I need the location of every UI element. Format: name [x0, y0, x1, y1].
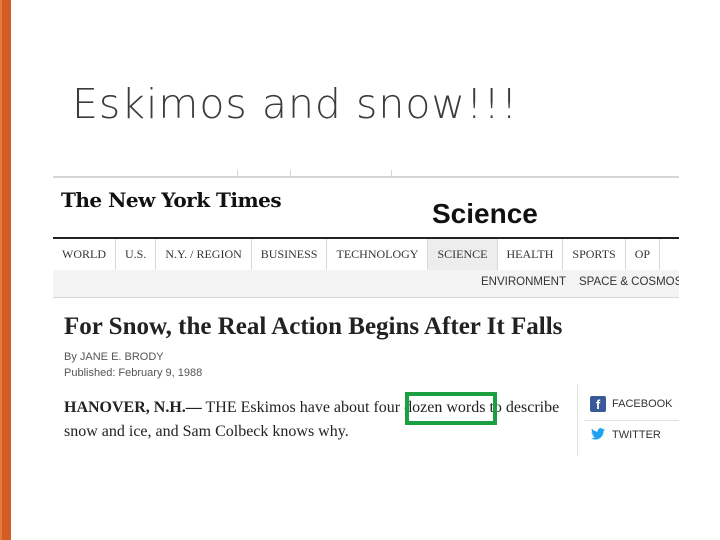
nav-item-ny-region[interactable]: N.Y. / REGION: [156, 239, 252, 270]
article-body: HANOVER, N.H.— THE Eskimos have about fo…: [64, 396, 574, 444]
nav-item-business[interactable]: BUSINESS: [252, 239, 328, 270]
nav-item-health[interactable]: HEALTH: [498, 239, 564, 270]
tab-stub: [237, 170, 291, 176]
share-panel: f FACEBOOK TWITTER: [577, 384, 679, 456]
tab-stub: [290, 170, 392, 176]
article-headline: For Snow, the Real Action Begins After I…: [64, 313, 563, 340]
slide-accent-bar: [0, 0, 11, 540]
subnav-item-space-cosmos[interactable]: SPACE & COSMOS: [579, 276, 679, 288]
article-dateline: HANOVER, N.H.—: [64, 399, 202, 416]
nav-item-technology[interactable]: TECHNOLOGY: [327, 239, 429, 270]
browser-top-rule: [53, 176, 679, 178]
facebook-share-button[interactable]: f FACEBOOK: [590, 396, 673, 412]
section-heading: Science: [432, 198, 538, 229]
article-byline: By JANE E. BRODY: [64, 351, 164, 363]
slide-title: Eskimos and snow!!!: [72, 80, 519, 128]
facebook-icon: f: [590, 396, 606, 412]
share-divider: [584, 420, 679, 421]
article-published-date: Published: February 9, 1988: [64, 367, 203, 379]
article-text: THE Eskimos have about: [201, 399, 374, 416]
sub-nav: ENVIRONMENT SPACE & COSMOS: [53, 270, 679, 298]
twitter-label: TWITTER: [612, 429, 661, 441]
nav-item-world[interactable]: WORLD: [53, 239, 116, 270]
nyt-logo[interactable]: The New York Times: [61, 188, 282, 212]
nav-item-us[interactable]: U.S.: [116, 239, 157, 270]
twitter-icon: [590, 427, 606, 443]
green-highlight-box: [405, 392, 497, 425]
facebook-label: FACEBOOK: [612, 398, 673, 410]
article-screenshot: The New York Times Science WORLD U.S. N.…: [53, 170, 679, 456]
nav-item-opinion[interactable]: OP: [626, 239, 661, 270]
twitter-share-button[interactable]: TWITTER: [590, 427, 661, 443]
nav-item-science[interactable]: SCIENCE: [428, 239, 498, 270]
section-nav: WORLD U.S. N.Y. / REGION BUSINESS TECHNO…: [53, 237, 679, 271]
nav-item-sports[interactable]: SPORTS: [563, 239, 626, 270]
subnav-item-environment[interactable]: ENVIRONMENT: [481, 276, 566, 288]
